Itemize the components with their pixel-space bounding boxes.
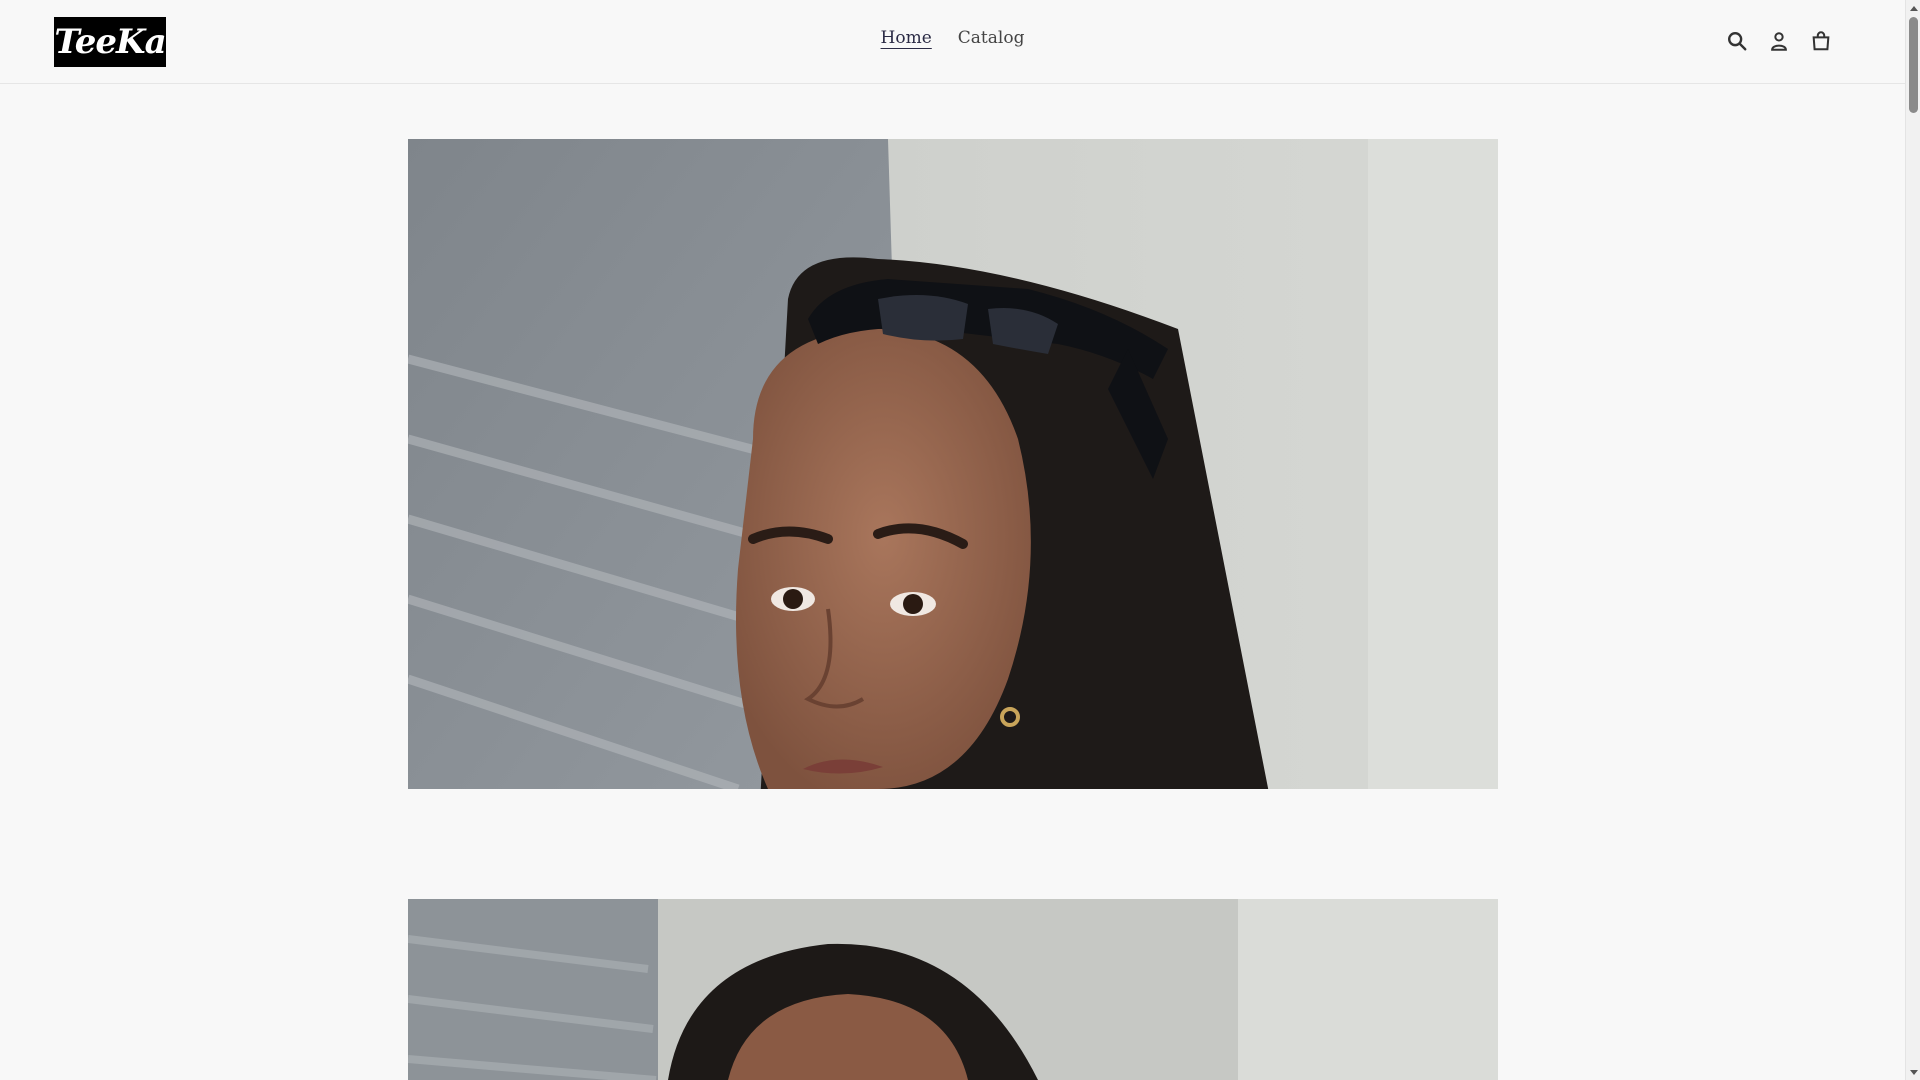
- nav-catalog[interactable]: Catalog: [958, 28, 1025, 48]
- main-nav: Home Catalog: [0, 28, 1905, 48]
- header-icons: [1725, 28, 1833, 54]
- scroll-up-arrow-icon[interactable]: [1906, 0, 1920, 15]
- site-header: TeeKa Home Catalog: [0, 0, 1905, 84]
- account-icon[interactable]: [1767, 28, 1791, 54]
- nav-home[interactable]: Home: [881, 28, 932, 48]
- search-icon[interactable]: [1725, 28, 1749, 54]
- portrait-photo-1: [408, 139, 1498, 789]
- portrait-photo-2: [408, 899, 1498, 1080]
- scroll-down-arrow-icon[interactable]: [1906, 1065, 1920, 1080]
- hero-image-2: [408, 899, 1498, 1080]
- hero-image-1: [408, 139, 1498, 789]
- cart-icon[interactable]: [1809, 28, 1833, 54]
- scrollbar[interactable]: [1905, 0, 1920, 1080]
- scroll-thumb[interactable]: [1909, 17, 1918, 113]
